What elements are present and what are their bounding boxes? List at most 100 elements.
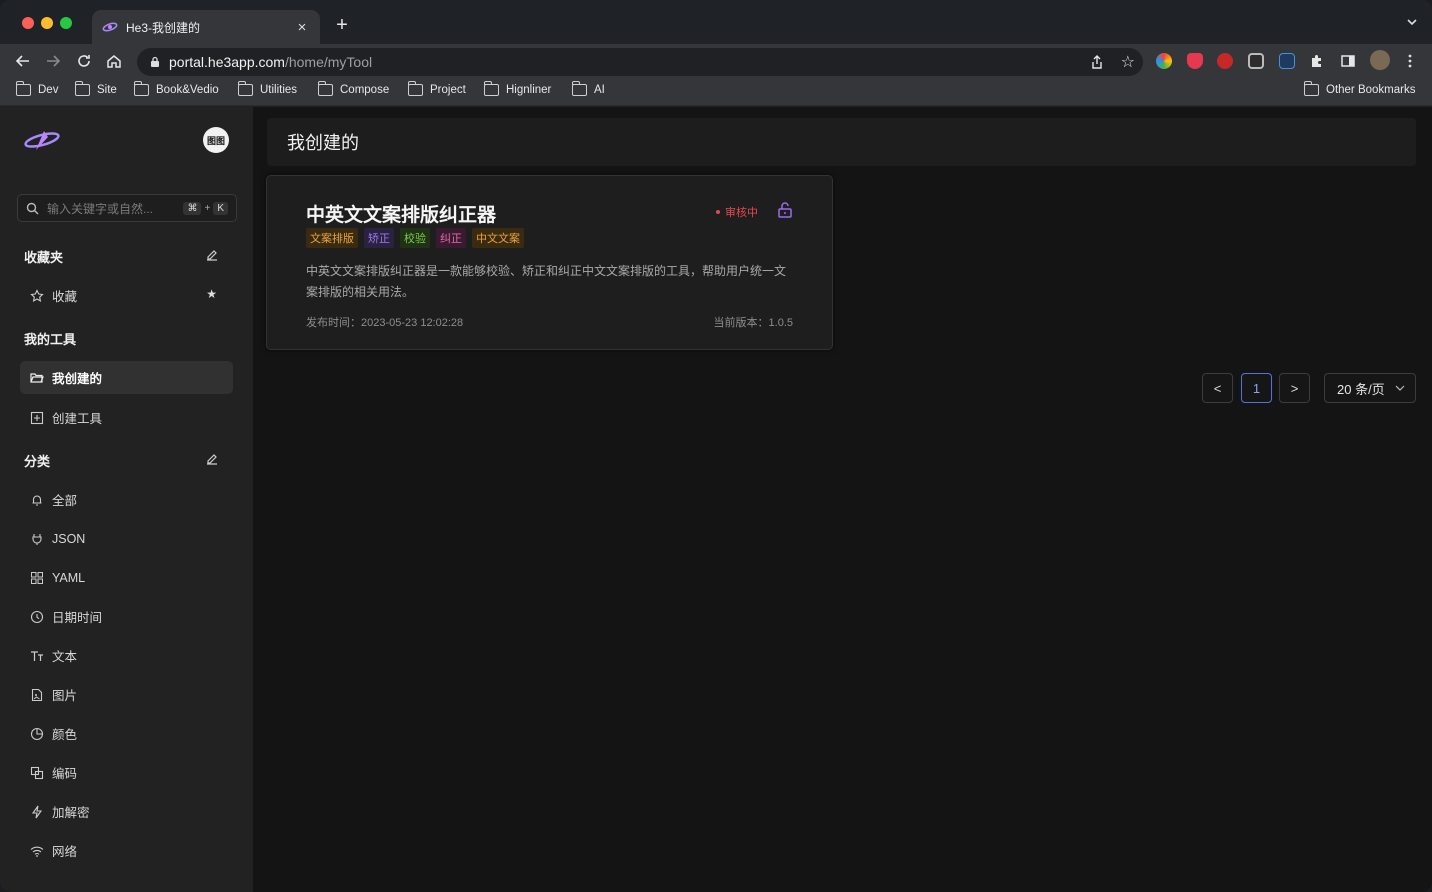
chevron-down-icon bbox=[1395, 385, 1405, 391]
folder-icon bbox=[133, 81, 149, 96]
page-1-button[interactable]: 1 bbox=[1241, 373, 1272, 403]
sidebar-item-image[interactable]: 图片 bbox=[20, 678, 233, 711]
folder-icon bbox=[571, 81, 587, 96]
text-icon bbox=[31, 650, 43, 661]
page-size-select[interactable]: 20 条/页 bbox=[1324, 373, 1416, 403]
folder-icon bbox=[317, 81, 333, 96]
plus-square-icon bbox=[30, 411, 44, 424]
status-dot bbox=[716, 210, 720, 214]
bookmarks-bar: Dev Site Book&Vedio Utilities Compose Pr… bbox=[0, 78, 1432, 106]
sidebar-toggle-icon[interactable] bbox=[1340, 53, 1356, 69]
maximize-window-button[interactable] bbox=[60, 17, 72, 29]
folder-icon bbox=[1303, 81, 1319, 96]
more-menu-icon[interactable] bbox=[1402, 53, 1418, 69]
sidebar-item-network[interactable]: 网络 bbox=[20, 834, 233, 867]
search-icon bbox=[26, 202, 39, 214]
sidebar-item-text[interactable]: 文本 bbox=[20, 639, 233, 672]
bolt-icon bbox=[31, 805, 43, 818]
folder-icon bbox=[15, 81, 31, 96]
sidebar-item-json[interactable]: JSON bbox=[20, 522, 233, 555]
red-extension-icon[interactable] bbox=[1217, 53, 1233, 69]
edit-category-icon[interactable] bbox=[205, 452, 219, 466]
favorites-section-title: 收藏夹 bbox=[24, 250, 64, 265]
status-badge: 审核中 bbox=[716, 204, 758, 220]
bell-icon bbox=[32, 494, 42, 506]
wifi-icon bbox=[30, 846, 44, 857]
my-tools-section-title: 我的工具 bbox=[24, 332, 77, 347]
sidebar-item-favorite[interactable]: 收藏 ★ bbox=[20, 279, 233, 312]
sidebar-item-create-tool[interactable]: 创建工具 bbox=[20, 401, 233, 434]
unlock-icon[interactable] bbox=[776, 201, 794, 219]
search-input[interactable]: 输入关键字或自然... ⌘ + K bbox=[17, 194, 237, 222]
plug-icon bbox=[32, 533, 42, 545]
tag-list: 文案排版 矫正 校验 纠正 中文文案 bbox=[306, 228, 524, 248]
search-shortcut: ⌘ + K bbox=[183, 201, 228, 215]
bookmark-folder[interactable]: Dev bbox=[15, 81, 58, 96]
grid-icon bbox=[31, 571, 43, 584]
sidebar-item-crypto[interactable]: 加解密 bbox=[20, 795, 233, 828]
tab-title: He3-我创建的 bbox=[126, 20, 201, 35]
tool-card-description: 中英文文案排版纠正器是一款能够校验、矫正和纠正中文文案排版的工具，帮助用户统一文… bbox=[306, 264, 787, 299]
avatar[interactable]: 图图 bbox=[203, 127, 229, 153]
search-placeholder: 输入关键字或自然... bbox=[47, 201, 154, 216]
glasses-extension-icon[interactable] bbox=[1248, 53, 1264, 69]
bookmark-folder[interactable]: Project bbox=[407, 81, 466, 96]
tag: 矫正 bbox=[364, 228, 394, 248]
sidebar-item-my-created[interactable]: 我创建的 bbox=[20, 361, 233, 394]
lock-icon bbox=[151, 56, 159, 67]
image-file-icon bbox=[31, 688, 43, 701]
chrome-extension-icon[interactable] bbox=[1156, 53, 1172, 69]
puzzle-extensions-icon[interactable] bbox=[1309, 53, 1325, 69]
publish-time: 发布时间：2023-05-23 12:02:28 bbox=[306, 317, 464, 329]
url-host: portal.he3app.com bbox=[169, 54, 285, 70]
he3-logo-icon[interactable] bbox=[22, 125, 62, 155]
close-window-button[interactable] bbox=[22, 17, 34, 29]
folder-icon bbox=[237, 81, 253, 96]
category-section-title: 分类 bbox=[24, 454, 51, 469]
minimize-window-button[interactable] bbox=[41, 17, 53, 29]
next-page-button[interactable]: > bbox=[1279, 373, 1310, 403]
share-icon[interactable] bbox=[1089, 54, 1105, 70]
tag: 中文文案 bbox=[472, 228, 524, 248]
bookmark-folder[interactable]: AI bbox=[571, 81, 605, 96]
bookmark-folder[interactable]: Hignliner bbox=[483, 81, 551, 96]
profile-avatar-icon[interactable] bbox=[1370, 50, 1390, 70]
app-content: 图图 输入关键字或自然... ⌘ + K 收藏夹 收藏 ★ 我的工具 我创建的 … bbox=[0, 107, 1432, 892]
address-bar[interactable]: portal.he3app.com/home/myTool ☆ bbox=[137, 48, 1143, 76]
bookmark-folder[interactable]: Utilities bbox=[237, 81, 297, 96]
bookmark-folder[interactable]: Compose bbox=[317, 81, 389, 96]
sidebar-item-yaml[interactable]: YAML bbox=[20, 561, 233, 594]
sidebar-item-encoding[interactable]: 编码 bbox=[20, 756, 233, 789]
tab-search-chevron-icon[interactable] bbox=[1406, 16, 1418, 28]
folder-icon bbox=[74, 81, 90, 96]
forward-arrow-icon[interactable] bbox=[44, 52, 62, 70]
tool-card[interactable]: 中英文文案排版纠正器 审核中 文案排版 矫正 校验 纠正 中文文案 中英文文案排… bbox=[266, 175, 833, 350]
star-outline-icon bbox=[30, 288, 44, 302]
sidebar: 图图 输入关键字或自然... ⌘ + K 收藏夹 收藏 ★ 我的工具 我创建的 … bbox=[0, 107, 253, 892]
tool-card-title[interactable]: 中英文文案排版纠正器 bbox=[306, 200, 496, 227]
browser-window: He3-我创建的 × + portal.he3app.com/home/myTo… bbox=[0, 0, 1432, 892]
star-filled-icon: ★ bbox=[206, 287, 217, 301]
edit-favorites-icon[interactable] bbox=[205, 248, 219, 262]
tag: 纠正 bbox=[436, 228, 466, 248]
home-icon[interactable] bbox=[105, 52, 123, 70]
pie-icon bbox=[30, 727, 44, 740]
reload-icon[interactable] bbox=[75, 52, 93, 70]
prev-page-button[interactable]: < bbox=[1202, 373, 1233, 403]
tab-active[interactable]: He3-我创建的 × bbox=[92, 10, 320, 44]
other-bookmarks-folder[interactable]: Other Bookmarks bbox=[1303, 81, 1415, 96]
bookmark-star-icon[interactable]: ☆ bbox=[1121, 52, 1135, 72]
n-extension-icon[interactable] bbox=[1279, 53, 1295, 69]
current-version: 当前版本：1.0.5 bbox=[713, 317, 793, 329]
sidebar-item-color[interactable]: 颜色 bbox=[20, 717, 233, 750]
sidebar-item-all[interactable]: 全部 bbox=[20, 483, 233, 516]
tab-close-icon[interactable]: × bbox=[294, 19, 310, 36]
pocket-extension-icon[interactable] bbox=[1187, 53, 1203, 69]
bookmark-folder[interactable]: Site bbox=[74, 81, 117, 96]
bookmark-folder[interactable]: Book&Vedio bbox=[133, 81, 219, 96]
new-tab-button[interactable]: + bbox=[333, 14, 351, 37]
back-arrow-icon[interactable] bbox=[14, 52, 32, 70]
sidebar-item-datetime[interactable]: 日期时间 bbox=[20, 600, 233, 633]
tab-bar: He3-我创建的 × + bbox=[0, 0, 1432, 44]
copy-icon bbox=[30, 766, 44, 779]
